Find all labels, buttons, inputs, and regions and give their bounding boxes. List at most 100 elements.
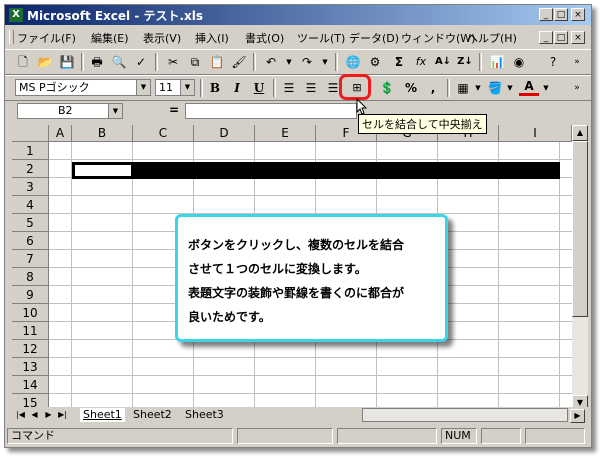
font-color-icon[interactable]: A xyxy=(519,79,539,96)
title-bar[interactable]: X Microsoft Excel - テスト.xls _ □ × xyxy=(5,5,591,25)
active-cell[interactable] xyxy=(75,165,131,176)
italic-button[interactable]: I xyxy=(227,79,247,97)
menu-edit[interactable]: 編集(E) xyxy=(91,30,129,46)
print-preview-icon[interactable]: 🔍 xyxy=(109,53,129,71)
menu-data[interactable]: データ(D) xyxy=(349,30,399,46)
row-header[interactable]: 4 xyxy=(12,196,49,214)
column-header[interactable]: C xyxy=(133,125,194,142)
column-header[interactable]: I xyxy=(499,125,572,142)
autosum-icon[interactable]: Σ xyxy=(389,53,409,71)
row-header[interactable]: 11 xyxy=(12,322,49,340)
comma-style-button[interactable]: , xyxy=(423,79,443,97)
sheet-tab-sheet1[interactable]: Sheet1 xyxy=(80,408,125,422)
format-painter-icon[interactable]: 🖌 xyxy=(229,53,249,71)
redo-dropdown-icon[interactable]: ▼ xyxy=(319,53,331,71)
menu-help[interactable]: ヘルプ(H) xyxy=(467,30,517,46)
row-header[interactable]: 14 xyxy=(12,376,49,394)
row-header[interactable]: 7 xyxy=(12,250,49,268)
sort-ascending-icon[interactable]: A↓ xyxy=(433,53,453,71)
sort-descending-icon[interactable]: Z↓ xyxy=(455,53,475,71)
row-header[interactable]: 9 xyxy=(12,286,49,304)
column-header[interactable]: E xyxy=(255,125,316,142)
chart-wizard-icon[interactable]: 📊 xyxy=(487,53,507,71)
last-sheet-icon[interactable]: ▶| xyxy=(56,409,69,421)
row-header[interactable]: 3 xyxy=(12,178,49,196)
font-size-select[interactable]: 11 ▼ xyxy=(155,79,195,96)
chevron-down-icon[interactable]: ▼ xyxy=(108,104,122,118)
borders-dropdown-icon[interactable]: ▼ xyxy=(473,79,483,97)
row-header[interactable]: 12 xyxy=(12,340,49,358)
menu-file[interactable]: ファイル(F) xyxy=(17,30,76,46)
column-header[interactable]: A xyxy=(49,125,72,142)
column-header[interactable]: B xyxy=(72,125,133,142)
help-icon[interactable]: ? xyxy=(543,53,563,71)
row-header[interactable]: 2 xyxy=(12,160,49,178)
sheet-tab-bar: |◀ ◀ ▶ ▶| Sheet1 Sheet2 Sheet3 ▶ xyxy=(12,407,588,423)
currency-style-icon[interactable]: 💲 xyxy=(377,79,397,97)
fill-color-icon[interactable]: 🪣 xyxy=(485,79,505,97)
row-header[interactable]: 5 xyxy=(12,214,49,232)
formula-input[interactable] xyxy=(185,103,357,119)
scroll-thumb[interactable] xyxy=(572,141,588,317)
open-folder-icon[interactable]: 📂 xyxy=(35,53,55,71)
selected-range[interactable] xyxy=(72,162,560,179)
new-file-icon[interactable]: 🗋 xyxy=(13,53,33,71)
doc-restore-button[interactable]: □ xyxy=(554,31,568,44)
excel-icon[interactable]: X xyxy=(9,8,23,22)
vertical-scrollbar[interactable]: ▲ ▼ xyxy=(572,125,588,411)
first-sheet-icon[interactable]: |◀ xyxy=(14,409,27,421)
sheet-tab-sheet2[interactable]: Sheet2 xyxy=(130,408,175,422)
bold-button[interactable]: B xyxy=(205,79,225,97)
underline-button[interactable]: U xyxy=(249,79,269,97)
redo-icon[interactable]: ↷ xyxy=(297,53,317,71)
formula-equals[interactable]: = xyxy=(169,103,179,117)
cut-icon[interactable]: ✂ xyxy=(163,53,183,71)
doc-close-button[interactable]: × xyxy=(571,31,585,44)
align-center-icon[interactable]: ☰ xyxy=(301,79,321,97)
row-header[interactable]: 8 xyxy=(12,268,49,286)
align-left-icon[interactable]: ☰ xyxy=(279,79,299,97)
minimize-button[interactable]: _ xyxy=(539,8,553,21)
toolbar-more-icon[interactable]: » xyxy=(567,79,587,97)
row-header[interactable]: 10 xyxy=(12,304,49,322)
font-color-dropdown-icon[interactable]: ▼ xyxy=(541,79,551,97)
row-header[interactable]: 1 xyxy=(12,142,49,160)
undo-dropdown-icon[interactable]: ▼ xyxy=(283,53,295,71)
toolbar-more-icon[interactable]: » xyxy=(567,53,587,71)
borders-icon[interactable]: ▦ xyxy=(453,79,473,97)
spell-check-icon[interactable]: ✓ xyxy=(131,53,151,71)
next-sheet-icon[interactable]: ▶ xyxy=(42,409,55,421)
undo-icon[interactable]: ↶ xyxy=(261,53,281,71)
scroll-up-icon[interactable]: ▲ xyxy=(572,125,588,141)
sheet-tab-sheet3[interactable]: Sheet3 xyxy=(182,408,227,422)
menu-tools[interactable]: ツール(T) xyxy=(297,30,345,46)
chevron-down-icon[interactable]: ▼ xyxy=(180,80,194,95)
name-box[interactable]: B2 ▼ xyxy=(17,103,123,119)
drawing-icon[interactable]: ◉ xyxy=(509,53,529,71)
menu-format[interactable]: 書式(O) xyxy=(245,30,284,46)
fill-color-dropdown-icon[interactable]: ▼ xyxy=(505,79,515,97)
scroll-right-icon[interactable]: ▶ xyxy=(570,409,585,423)
percent-style-button[interactable]: % xyxy=(401,79,421,97)
horizontal-scrollbar[interactable] xyxy=(362,408,568,422)
web-toolbar-icon[interactable]: ⚙ xyxy=(365,53,385,71)
menu-window[interactable]: ウィンドウ(W) xyxy=(401,30,475,46)
select-all-corner[interactable] xyxy=(12,125,49,142)
function-icon[interactable]: fx xyxy=(411,53,431,71)
font-name-select[interactable]: MS Pゴシック ▼ xyxy=(15,79,151,96)
save-icon[interactable]: 💾 xyxy=(57,53,77,71)
copy-icon[interactable]: ⧉ xyxy=(185,53,205,71)
row-header[interactable]: 6 xyxy=(12,232,49,250)
maximize-button[interactable]: □ xyxy=(554,8,568,21)
menu-insert[interactable]: 挿入(I) xyxy=(195,30,229,46)
print-icon[interactable]: 🖶 xyxy=(87,53,107,71)
menu-view[interactable]: 表示(V) xyxy=(143,30,181,46)
paste-icon[interactable]: 📋 xyxy=(207,53,227,71)
doc-minimize-button[interactable]: _ xyxy=(539,31,553,44)
hyperlink-icon[interactable]: 🌐 xyxy=(343,53,363,71)
prev-sheet-icon[interactable]: ◀ xyxy=(28,409,41,421)
close-button[interactable]: × xyxy=(571,8,585,21)
column-header[interactable]: D xyxy=(194,125,255,142)
row-header[interactable]: 13 xyxy=(12,358,49,376)
chevron-down-icon[interactable]: ▼ xyxy=(136,80,150,95)
